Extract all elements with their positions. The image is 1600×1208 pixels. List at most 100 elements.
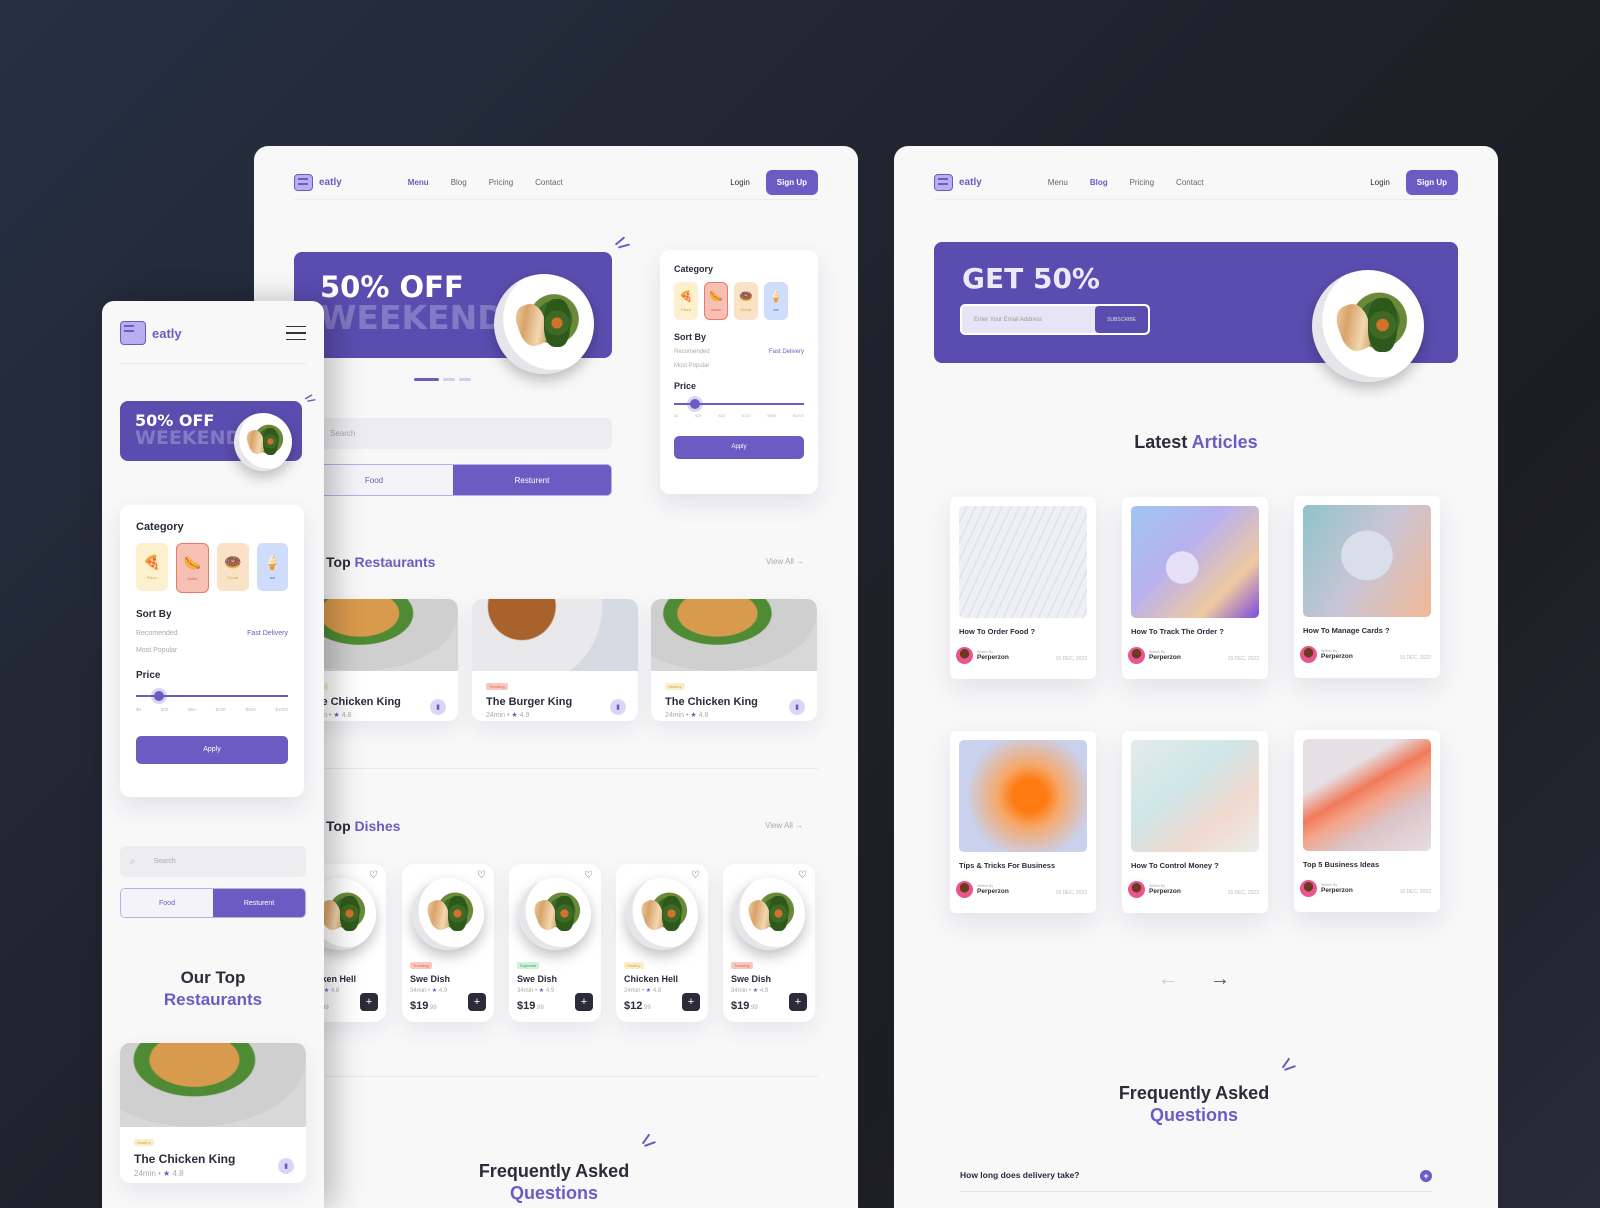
- heart-icon[interactable]: ♡: [584, 870, 593, 881]
- nav-blog[interactable]: Blog: [451, 178, 467, 187]
- logo[interactable]: eatly: [934, 174, 982, 191]
- search-input[interactable]: Search: [294, 418, 612, 449]
- restaurant-image: [472, 599, 638, 671]
- dish-card[interactable]: ♡ Trending Swe Dish 34min • ★ 4.9 $19.99 +: [723, 864, 815, 1022]
- carousel-dots[interactable]: [414, 378, 471, 381]
- dish-image: [733, 878, 805, 950]
- dot-active[interactable]: [414, 378, 439, 381]
- view-all-dishes[interactable]: View All →: [765, 821, 803, 830]
- nav-blog[interactable]: Blog: [1090, 178, 1108, 187]
- email-subscribe-form[interactable]: Enter Your Email Address SUBSCRIBE: [960, 304, 1150, 335]
- nav-menu[interactable]: Menu: [1048, 178, 1068, 187]
- article-image: [959, 740, 1087, 852]
- add-to-cart-button[interactable]: +: [789, 993, 807, 1011]
- view-all-restaurants[interactable]: View All →: [766, 557, 804, 566]
- logo[interactable]: eatly: [120, 321, 182, 345]
- apply-button[interactable]: Apply: [674, 436, 804, 459]
- heart-icon[interactable]: ♡: [798, 870, 807, 881]
- mobile-screen: eatly 50% OFF WEEKEND Category 🍕 Pizza 🌭 A…: [102, 301, 324, 1208]
- dish-card[interactable]: ♡ HealthyChicken Hell24min • ★ 4.8$12.99…: [616, 864, 708, 1022]
- star-icon: ★: [333, 712, 340, 719]
- dish-card[interactable]: ♡ Trending Swe Dish 34min • ★ 4.9 $19.99 +: [402, 864, 494, 1022]
- expand-plus-icon[interactable]: +: [1420, 1170, 1432, 1182]
- apply-button[interactable]: Apply: [136, 736, 288, 764]
- article-card[interactable]: Top 5 Business Ideas Written By Perperzon…: [1294, 730, 1440, 912]
- author-avatar: [1300, 880, 1317, 897]
- promo-banner[interactable]: 50% OFF WEEKEND: [120, 401, 302, 471]
- article-card[interactable]: How To Control Money ? Written By Perperz…: [1122, 731, 1268, 913]
- food-plate-image: [494, 274, 594, 374]
- slider-thumb[interactable]: [154, 691, 164, 701]
- logo[interactable]: eatly: [294, 174, 342, 191]
- sort-recommended[interactable]: Recomended: [136, 630, 178, 637]
- restaurant-card[interactable]: Trending The Burger King 24min • ★ 4.9 ▮: [472, 599, 638, 721]
- toggle-restaurant[interactable]: Resturent: [213, 889, 305, 917]
- arrow-right-icon: →: [795, 821, 804, 830]
- login-link[interactable]: Login: [730, 178, 750, 187]
- category-donat[interactable]: 🍩 Donat: [217, 543, 249, 591]
- nav-contact[interactable]: Contact: [1176, 178, 1204, 187]
- top-dishes-title: Top Dishes: [326, 818, 401, 834]
- add-to-cart-button[interactable]: +: [360, 993, 378, 1011]
- category-ice[interactable]: 🍦 Ice: [256, 543, 288, 591]
- bookmark-icon[interactable]: ▮: [610, 699, 626, 715]
- category-asian[interactable]: 🌭 Asian: [175, 543, 209, 593]
- dot[interactable]: [443, 378, 455, 381]
- slider-thumb[interactable]: [690, 399, 700, 409]
- category-ice[interactable]: 🍦 Ice: [764, 282, 788, 320]
- category-asian[interactable]: 🌭 Asian: [704, 282, 728, 320]
- bookmark-icon[interactable]: ▮: [789, 699, 805, 715]
- nav-contact[interactable]: Contact: [535, 178, 563, 187]
- article-card[interactable]: How To Order Food ? Written By Perperzon …: [950, 497, 1096, 679]
- sort-fast-delivery[interactable]: Fast Delivery: [247, 630, 288, 637]
- desktop-menu-screen: eatly Menu Blog Pricing Contact Login Si…: [254, 146, 858, 1208]
- heart-icon[interactable]: ♡: [477, 870, 486, 881]
- sort-most-popular[interactable]: Most Popular: [674, 363, 709, 369]
- toggle-restaurant[interactable]: Resturent: [453, 465, 611, 495]
- add-to-cart-button[interactable]: +: [468, 993, 486, 1011]
- category-donat[interactable]: 🍩 Donat: [734, 282, 758, 320]
- signup-button[interactable]: Sign Up: [765, 170, 818, 195]
- nav-menu[interactable]: Menu: [408, 178, 429, 187]
- article-card[interactable]: How To Track The Order ? Written By Perpe…: [1122, 497, 1268, 679]
- nav-pricing[interactable]: Pricing: [1130, 178, 1154, 187]
- price-slider[interactable]: [674, 399, 804, 409]
- add-to-cart-button[interactable]: +: [575, 993, 593, 1011]
- email-input[interactable]: Enter Your Email Address: [974, 317, 1042, 323]
- category-pizza[interactable]: 🍕 Pizza: [674, 282, 698, 320]
- article-card[interactable]: Tips & Tricks For Business Written By Per…: [950, 731, 1096, 913]
- subscribe-button[interactable]: SUBSCRIBE: [1095, 306, 1148, 333]
- nav-pricing[interactable]: Pricing: [489, 178, 513, 187]
- dot[interactable]: [459, 378, 471, 381]
- heart-icon[interactable]: ♡: [691, 870, 700, 881]
- bookmark-icon[interactable]: ▮: [430, 699, 446, 715]
- promo-banner[interactable]: 50% OFF WEEKEND: [294, 252, 612, 374]
- faq-title: Frequently Asked Questions: [1118, 1083, 1270, 1125]
- prev-arrow-icon[interactable]: ←: [1158, 968, 1178, 991]
- next-arrow-icon[interactable]: →: [1210, 968, 1230, 991]
- dish-card[interactable]: ♡ Supreme Swe Dish 34min • ★ 4.9 $19.99 +: [509, 864, 601, 1022]
- sort-fast-delivery[interactable]: Fast Delivery: [769, 349, 804, 355]
- bookmark-icon[interactable]: ▮: [278, 1158, 294, 1174]
- search-input[interactable]: ⌕ Search: [120, 846, 306, 877]
- star-icon: ★: [163, 1169, 171, 1178]
- signup-button[interactable]: Sign Up: [1405, 170, 1458, 195]
- sparkle-icon: [303, 393, 317, 404]
- price-slider[interactable]: [136, 691, 288, 701]
- article-card[interactable]: How To Manage Cards ? Written By Perperzo…: [1294, 496, 1440, 678]
- category-pizza[interactable]: 🍕 Pizza: [136, 543, 168, 591]
- login-link[interactable]: Login: [1370, 178, 1390, 187]
- restaurant-card[interactable]: Healthy The Chicken King 24min • ★ 4.8 ▮: [651, 599, 817, 721]
- hamburger-menu-icon[interactable]: [286, 326, 306, 340]
- filter-panel: Category 🍕 Pizza 🌭 Asian 🍩 Donat 🍦 Ice Sort …: [120, 505, 304, 797]
- heart-icon[interactable]: ♡: [369, 870, 378, 881]
- toggle-food[interactable]: Food: [121, 889, 213, 917]
- food-restaurant-toggle[interactable]: Food Resturent: [294, 464, 612, 496]
- faq-item[interactable]: How long does delivery take? +: [960, 1170, 1432, 1192]
- food-restaurant-toggle[interactable]: Food Resturent: [120, 888, 306, 918]
- section-title: Our Top Restaurants: [163, 968, 263, 1009]
- add-to-cart-button[interactable]: +: [682, 993, 700, 1011]
- sort-most-popular[interactable]: Most Popular: [136, 647, 177, 654]
- restaurant-card[interactable]: Healthy The Chicken King 24min • ★ 4.8 ▮: [120, 1043, 306, 1183]
- sort-recommended[interactable]: Recomended: [674, 349, 710, 355]
